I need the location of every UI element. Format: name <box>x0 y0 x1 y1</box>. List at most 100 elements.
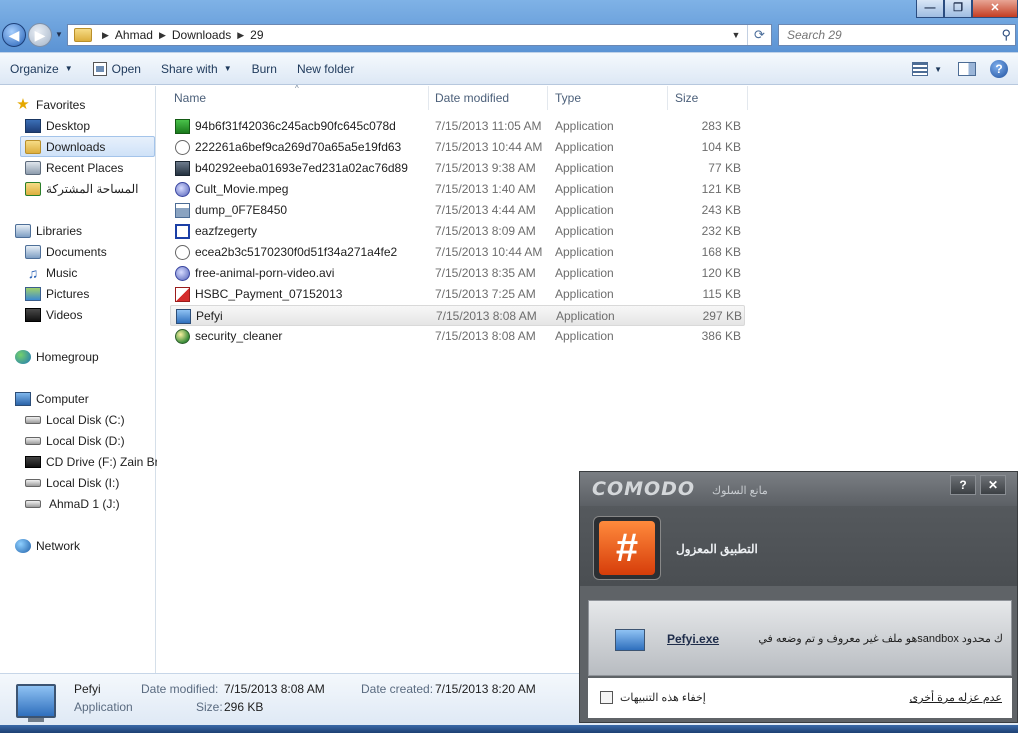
details-modified-value: 7/15/2013 8:08 AM <box>224 682 325 696</box>
details-file-name: Pefyi <box>74 682 101 696</box>
window-icon <box>175 203 190 218</box>
nav-pictures[interactable]: Pictures <box>25 283 89 304</box>
file-size: 115 KB <box>702 287 741 301</box>
nav-label: Libraries <box>36 223 83 238</box>
file-size: 232 KB <box>701 224 741 238</box>
view-options-icon[interactable] <box>912 62 929 76</box>
file-row[interactable]: b40292eeba01693e7ed231a02ac76d89 7/15/201… <box>170 158 745 179</box>
nav-disk-d[interactable]: Local Disk (D:) <box>25 430 125 451</box>
address-dropdown-button[interactable]: ▼ <box>727 25 745 45</box>
nav-homegroup[interactable]: Homegroup <box>15 346 99 367</box>
file-row[interactable]: security_cleaner 7/15/2013 8:08 AM Applica… <box>170 326 745 347</box>
nav-cd-drive-f[interactable]: CD Drive (F:) Zain Br <box>25 451 159 472</box>
removable-disk-icon <box>25 499 41 508</box>
nav-recent-places[interactable]: Recent Places <box>25 157 123 178</box>
breadcrumb-separator-icon[interactable]: ▶ <box>102 30 109 41</box>
help-button[interactable]: ? <box>950 475 976 495</box>
nav-label: Pictures <box>46 286 90 301</box>
help-icon[interactable]: ? <box>990 60 1008 78</box>
close-window-button[interactable]: ✕ <box>972 0 1018 18</box>
details-file-kind: Application <box>74 700 133 714</box>
address-bar[interactable]: ▶ Ahmad ▶ Downloads ▶ 29 ▼ ⟳ <box>67 24 772 46</box>
file-row[interactable]: free-animal-porn-video.avi 7/15/2013 8:35… <box>170 263 745 284</box>
nav-shared-space[interactable]: المساحة المشتركة <box>25 178 139 199</box>
pictures-icon <box>25 286 41 301</box>
file-row[interactable]: ecea2b3c5170230f0d51f34a271a4fe2 7/15/201… <box>170 242 745 263</box>
blue-frame-icon <box>175 224 190 239</box>
nav-disk-i[interactable]: Local Disk (I:) <box>25 472 119 493</box>
file-name: Cult_Movie.mpeg <box>195 182 289 196</box>
column-header-type[interactable]: Type <box>548 86 668 110</box>
column-header-name[interactable]: Name ^ <box>167 84 429 110</box>
maximize-button[interactable]: ❐ <box>944 0 972 18</box>
forward-button[interactable]: ▶ <box>28 23 52 47</box>
file-date: 7/15/2013 10:44 AM <box>435 245 543 259</box>
sort-ascending-icon: ^ <box>295 84 299 93</box>
nav-label: Downloads <box>46 139 106 154</box>
preview-pane-icon[interactable] <box>958 62 976 76</box>
file-type: Application <box>555 119 614 133</box>
file-size: 386 KB <box>701 329 741 343</box>
breadcrumb-ahmad[interactable]: Ahmad <box>115 28 153 42</box>
breadcrumb-29[interactable]: 29 <box>250 28 263 42</box>
nav-music[interactable]: ♫ Music <box>25 262 78 283</box>
nav-computer[interactable]: Computer <box>15 388 89 409</box>
hide-alerts-checkbox[interactable] <box>600 691 613 704</box>
libraries-icon <box>15 223 31 238</box>
organize-button[interactable]: Organize ▼ <box>0 57 83 81</box>
refresh-button[interactable]: ⟳ <box>747 25 771 45</box>
file-row[interactable]: eazfzegerty 7/15/2013 8:09 AM Application 2… <box>170 221 745 242</box>
search-box: ⚲ <box>778 24 1016 46</box>
nav-network[interactable]: Network <box>15 535 80 556</box>
file-row[interactable]: 94b6f31f42036c245acb90fc645c078d 7/15/201… <box>170 116 745 137</box>
file-size: 104 KB <box>701 140 741 154</box>
share-with-label: Share with <box>160 61 218 76</box>
file-row[interactable]: dump_0F7E8450 7/15/2013 4:44 AM Applicatio… <box>170 200 745 221</box>
nav-disk-c[interactable]: Local Disk (C:) <box>25 409 125 430</box>
back-button[interactable]: ◀ <box>2 23 26 47</box>
do-not-isolate-link[interactable]: عدم عزله مرة أخرى <box>910 691 1002 704</box>
file-row[interactable]: HSBC_Payment_07152013 7/15/2013 7:25 AM Ap… <box>170 284 745 305</box>
file-link[interactable]: Pefyi.exe <box>667 632 719 646</box>
file-row[interactable]: Cult_Movie.mpeg 7/15/2013 1:40 AM Applicat… <box>170 179 745 200</box>
close-alert-button[interactable]: ✕ <box>980 475 1006 495</box>
file-date: 7/15/2013 7:25 AM <box>435 287 536 301</box>
file-type: Application <box>555 224 614 238</box>
breadcrumb-downloads[interactable]: Downloads <box>172 28 231 42</box>
breadcrumb-separator-icon[interactable]: ▶ <box>237 30 244 41</box>
file-row[interactable]: 222261a6bef9ca269d70a65a5e19fd63 7/15/201… <box>170 137 745 158</box>
nav-desktop[interactable]: Desktop <box>25 115 90 136</box>
details-size-value: 296 KB <box>224 700 264 714</box>
nav-downloads[interactable]: Downloads <box>20 136 155 157</box>
open-button[interactable]: Open <box>83 57 151 81</box>
nav-videos[interactable]: Videos <box>25 304 82 325</box>
comodo-alert-dialog: COMODO مانع السلوك ? ✕ # التطبيق المعزول… <box>579 471 1018 723</box>
burn-button[interactable]: Burn <box>242 57 287 81</box>
green-app-icon <box>175 119 190 134</box>
column-header-size[interactable]: Size <box>668 86 748 110</box>
chevron-down-icon[interactable]: ▼ <box>934 65 942 74</box>
file-size: 77 KB <box>708 161 741 175</box>
nav-libraries[interactable]: Libraries <box>15 220 82 241</box>
column-header-date[interactable]: Date modified <box>428 86 548 110</box>
organize-label: Organize <box>10 61 59 76</box>
nav-documents[interactable]: Documents <box>25 241 107 262</box>
nav-label: Computer <box>36 391 89 406</box>
folder-icon <box>74 28 92 42</box>
recent-pages-button[interactable]: ▼ <box>55 30 63 39</box>
nav-disk-j[interactable]: AhmaD 1 (J:) <box>25 493 120 514</box>
column-header-label: Name <box>174 91 207 105</box>
nav-label: CD Drive (F:) Zain Br <box>46 454 159 469</box>
pdf-icon <box>175 287 190 302</box>
file-row-selected[interactable]: Pefyi 7/15/2013 8:08 AM Application 297 KB <box>170 305 745 326</box>
search-icon[interactable]: ⚲ <box>1001 27 1011 43</box>
taskbar <box>0 725 1018 733</box>
network-icon <box>15 538 31 553</box>
search-input[interactable] <box>779 25 979 45</box>
minimize-button[interactable]: — <box>916 0 944 18</box>
breadcrumb-separator-icon[interactable]: ▶ <box>159 30 166 41</box>
nav-favorites[interactable]: ★ Favorites <box>15 94 85 115</box>
nav-label: Music <box>46 265 78 280</box>
share-with-button[interactable]: Share with ▼ <box>151 57 242 81</box>
file-size: 297 KB <box>702 309 742 323</box>
